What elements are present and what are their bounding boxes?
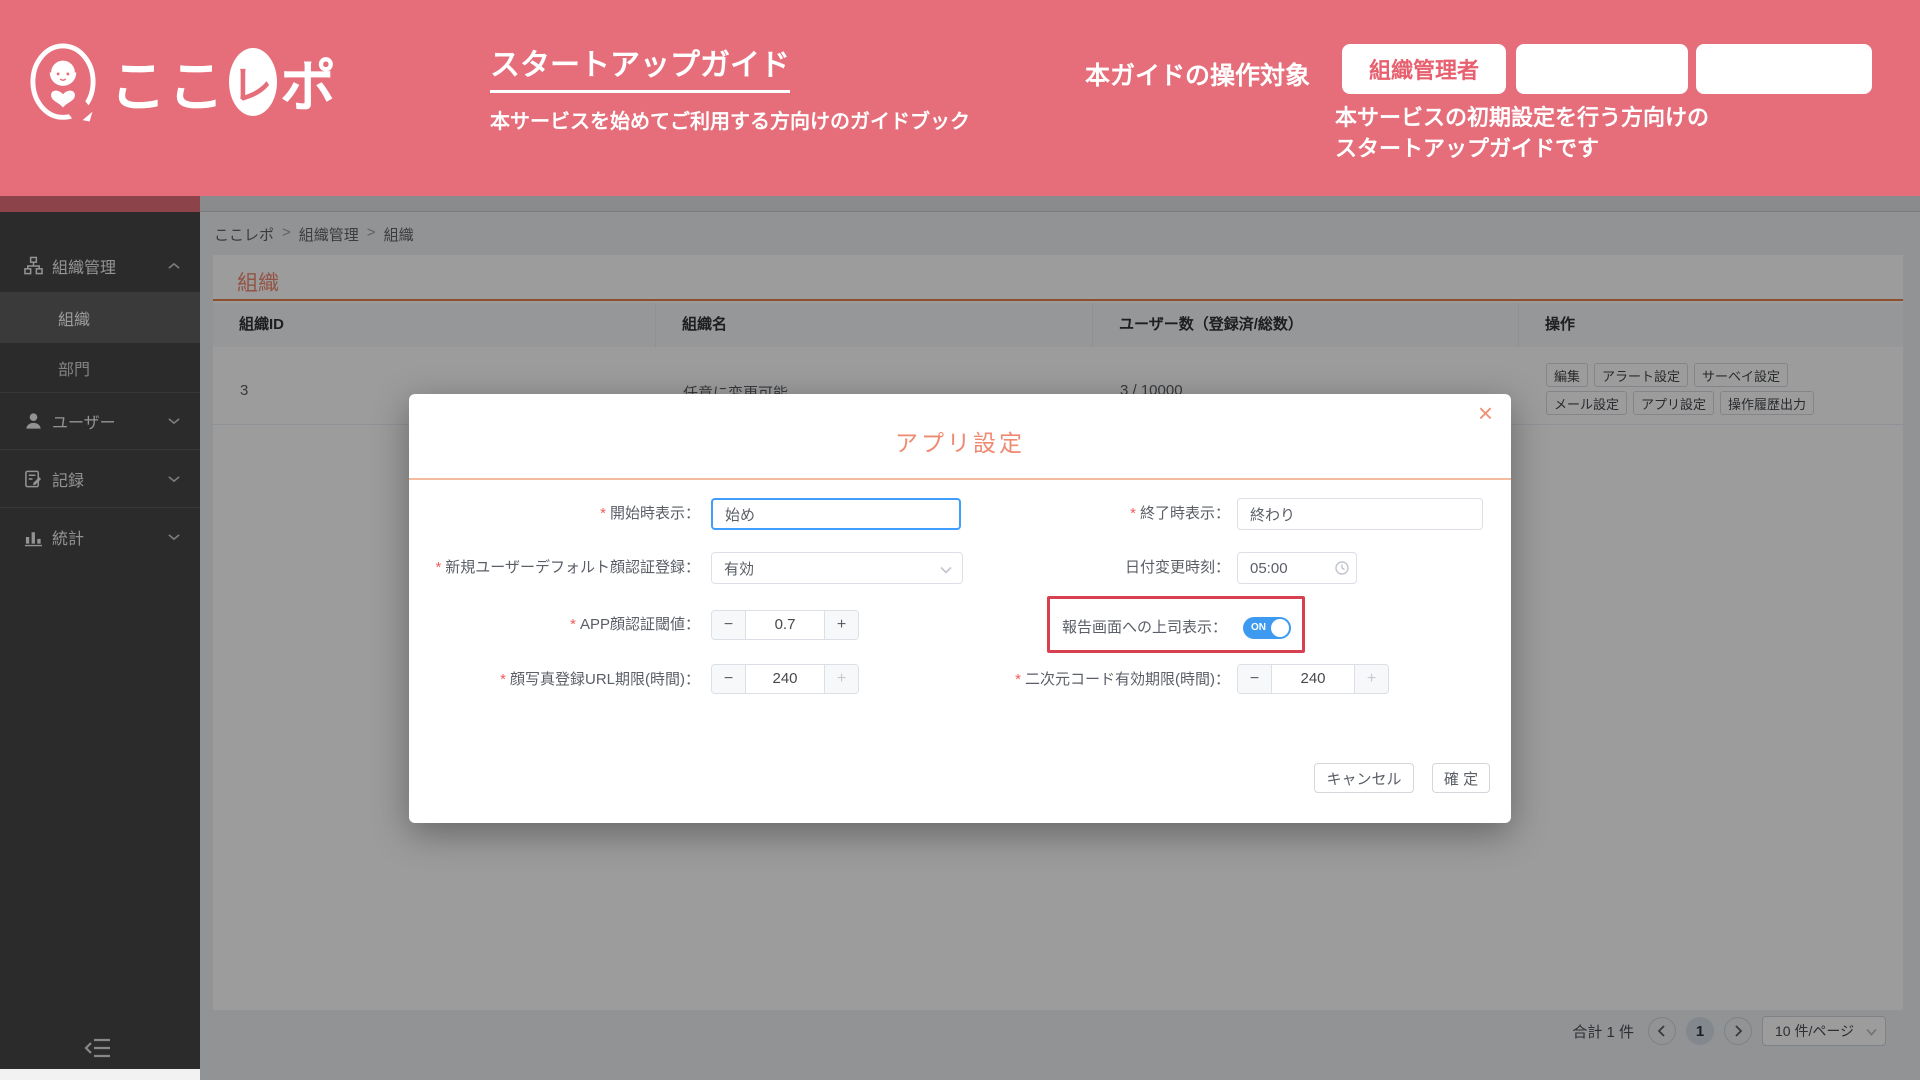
guide-title: スタートアップガイド <box>490 40 790 93</box>
decrease-button[interactable]: − <box>712 665 746 693</box>
modal-title-divider <box>409 478 1511 480</box>
guide-description: 本サービスの初期設定を行う方向けの スタートアップガイドです <box>1335 105 1710 161</box>
close-icon[interactable]: × <box>1478 400 1493 426</box>
app-logo: ここレポ <box>28 30 338 134</box>
app-threshold-stepper: − 0.7 + <box>711 610 859 640</box>
supervisor-display-label: 報告画面への上司表示： <box>1061 619 1227 636</box>
face-url-stepper: − 240 + <box>711 664 859 694</box>
app-threshold-label: * APP顔認証閾値： <box>570 616 700 633</box>
supervisor-highlight-box: 報告画面への上司表示： ON <box>1047 596 1305 653</box>
cancel-button[interactable]: キャンセル <box>1314 763 1414 793</box>
confirm-button[interactable]: 確 定 <box>1432 763 1490 793</box>
increase-button-disabled[interactable]: + <box>1354 665 1388 693</box>
modal-title: アプリ設定 <box>895 430 1025 456</box>
face-url-label: * 顔写真登録URL期限(時間)： <box>500 671 700 688</box>
increase-button[interactable]: + <box>824 611 858 639</box>
guide-subtitle: 本サービスを始めてご利用する方向けのガイドブック <box>490 111 970 133</box>
guide-target-label: 本ガイドの操作対象 <box>1085 62 1311 90</box>
date-change-time-field <box>1237 552 1357 584</box>
face-register-select[interactable]: 有効 <box>711 552 963 584</box>
start-display-input[interactable] <box>711 498 961 530</box>
date-change-label: 日付変更時刻： <box>1124 559 1230 576</box>
end-display-input[interactable] <box>1237 498 1483 530</box>
face-url-value[interactable]: 240 <box>746 665 824 693</box>
chevron-down-icon <box>940 566 952 574</box>
role-button-empty-1[interactable] <box>1516 44 1688 94</box>
qr-limit-value[interactable]: 240 <box>1272 665 1354 693</box>
qr-limit-stepper: − 240 + <box>1237 664 1389 694</box>
screen: ここレポ スタートアップガイド 本サービスを始めてご利用する方向けのガイドブック… <box>0 0 1920 1080</box>
qr-limit-label: * 二次元コード有効期限(時間)： <box>1015 671 1230 688</box>
app-settings-modal: × アプリ設定 *開始時表示： *終了時表示： *新規ユーザーデフォルト顔認証登… <box>409 394 1511 823</box>
toggle-knob <box>1271 619 1289 637</box>
decrease-button[interactable]: − <box>712 611 746 639</box>
clock-icon <box>1335 561 1349 575</box>
sidebar-bottom-strip <box>0 1069 200 1080</box>
target-role-button[interactable]: 組織管理者 <box>1342 44 1506 94</box>
increase-button-disabled[interactable]: + <box>824 665 858 693</box>
logo-re-badge: レ <box>229 48 277 116</box>
face-register-label: * 新規ユーザーデフォルト顔認証登録： <box>435 559 700 576</box>
guide-title-block: スタートアップガイド 本サービスを始めてご利用する方向けのガイドブック <box>490 40 970 134</box>
supervisor-display-toggle[interactable]: ON <box>1243 617 1291 639</box>
start-display-label: * 開始時表示： <box>600 505 700 522</box>
app-threshold-value[interactable]: 0.7 <box>746 611 824 639</box>
mascot-logo-icon <box>30 43 96 127</box>
toggle-on-text: ON <box>1251 622 1266 633</box>
end-display-label: * 終了時表示： <box>1130 505 1230 522</box>
app-logo-text: ここレポ <box>110 42 338 123</box>
role-button-empty-2[interactable] <box>1696 44 1872 94</box>
decrease-button[interactable]: − <box>1238 665 1272 693</box>
guide-banner: ここレポ スタートアップガイド 本サービスを始めてご利用する方向けのガイドブック… <box>0 0 1920 196</box>
